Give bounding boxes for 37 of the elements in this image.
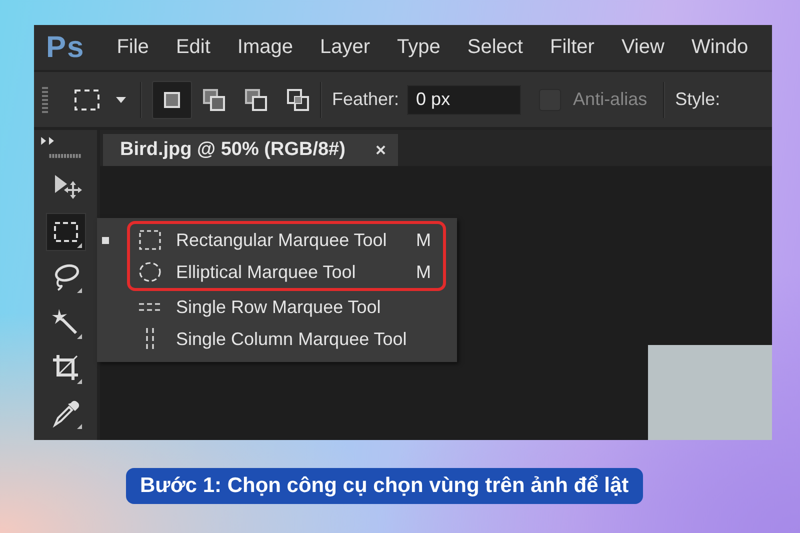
overlapping-squares-icon [244,88,268,112]
grip-icon [48,154,82,158]
shortcut-label: M [416,262,431,282]
menu-item[interactable]: Rectangular Marquee Tool M [138,224,443,256]
menu-item[interactable]: View [621,36,664,59]
caption: Bước 1: Chọn công cụ chọn vùng trên ảnh để lật [126,468,643,504]
menu-item[interactable]: Single Row Marquee Tool [127,291,457,323]
menu-item[interactable]: Single Column Marquee Tool [127,323,457,355]
anti-alias-label: Anti-alias [573,89,648,110]
close-button[interactable]: × [375,140,386,160]
feather-field[interactable]: 0 px [407,84,522,114]
grip-icon [42,84,48,114]
menu-item[interactable]: Filter [550,36,594,59]
ellipse-marquee-icon [138,260,162,284]
rectangle-marquee-icon [138,228,162,252]
collapse-icon[interactable] [40,136,56,146]
menu-item[interactable]: Edit [176,36,210,59]
overlapping-squares-icon [202,88,226,112]
single-column-marquee-icon [146,327,154,351]
menu-item[interactable]: Image [237,36,293,59]
menu-item[interactable]: Type [397,36,440,59]
marquee-icon[interactable] [74,88,100,110]
menu-item[interactable]: Layer [320,36,370,59]
menu-item[interactable]: Windo [691,36,748,59]
app-logo: Ps [46,30,85,64]
overlapping-squares-icon [286,88,310,112]
shortcut-label: M [416,230,431,250]
single-row-marquee-icon [138,303,162,311]
menu-item[interactable]: Elliptical Marquee Tool M [138,256,443,288]
menu-item[interactable]: File [116,36,149,59]
marquee-tool-button[interactable] [46,213,86,251]
document-tab[interactable]: Bird.jpg @ 50% (RGB/8#) × [103,134,398,166]
style-label: Style: [675,89,720,110]
selection-mode-button[interactable] [152,80,192,118]
menu-item[interactable]: Select [467,36,523,59]
caret-icon[interactable] [116,96,126,102]
feather-label: Feather: [332,89,400,110]
